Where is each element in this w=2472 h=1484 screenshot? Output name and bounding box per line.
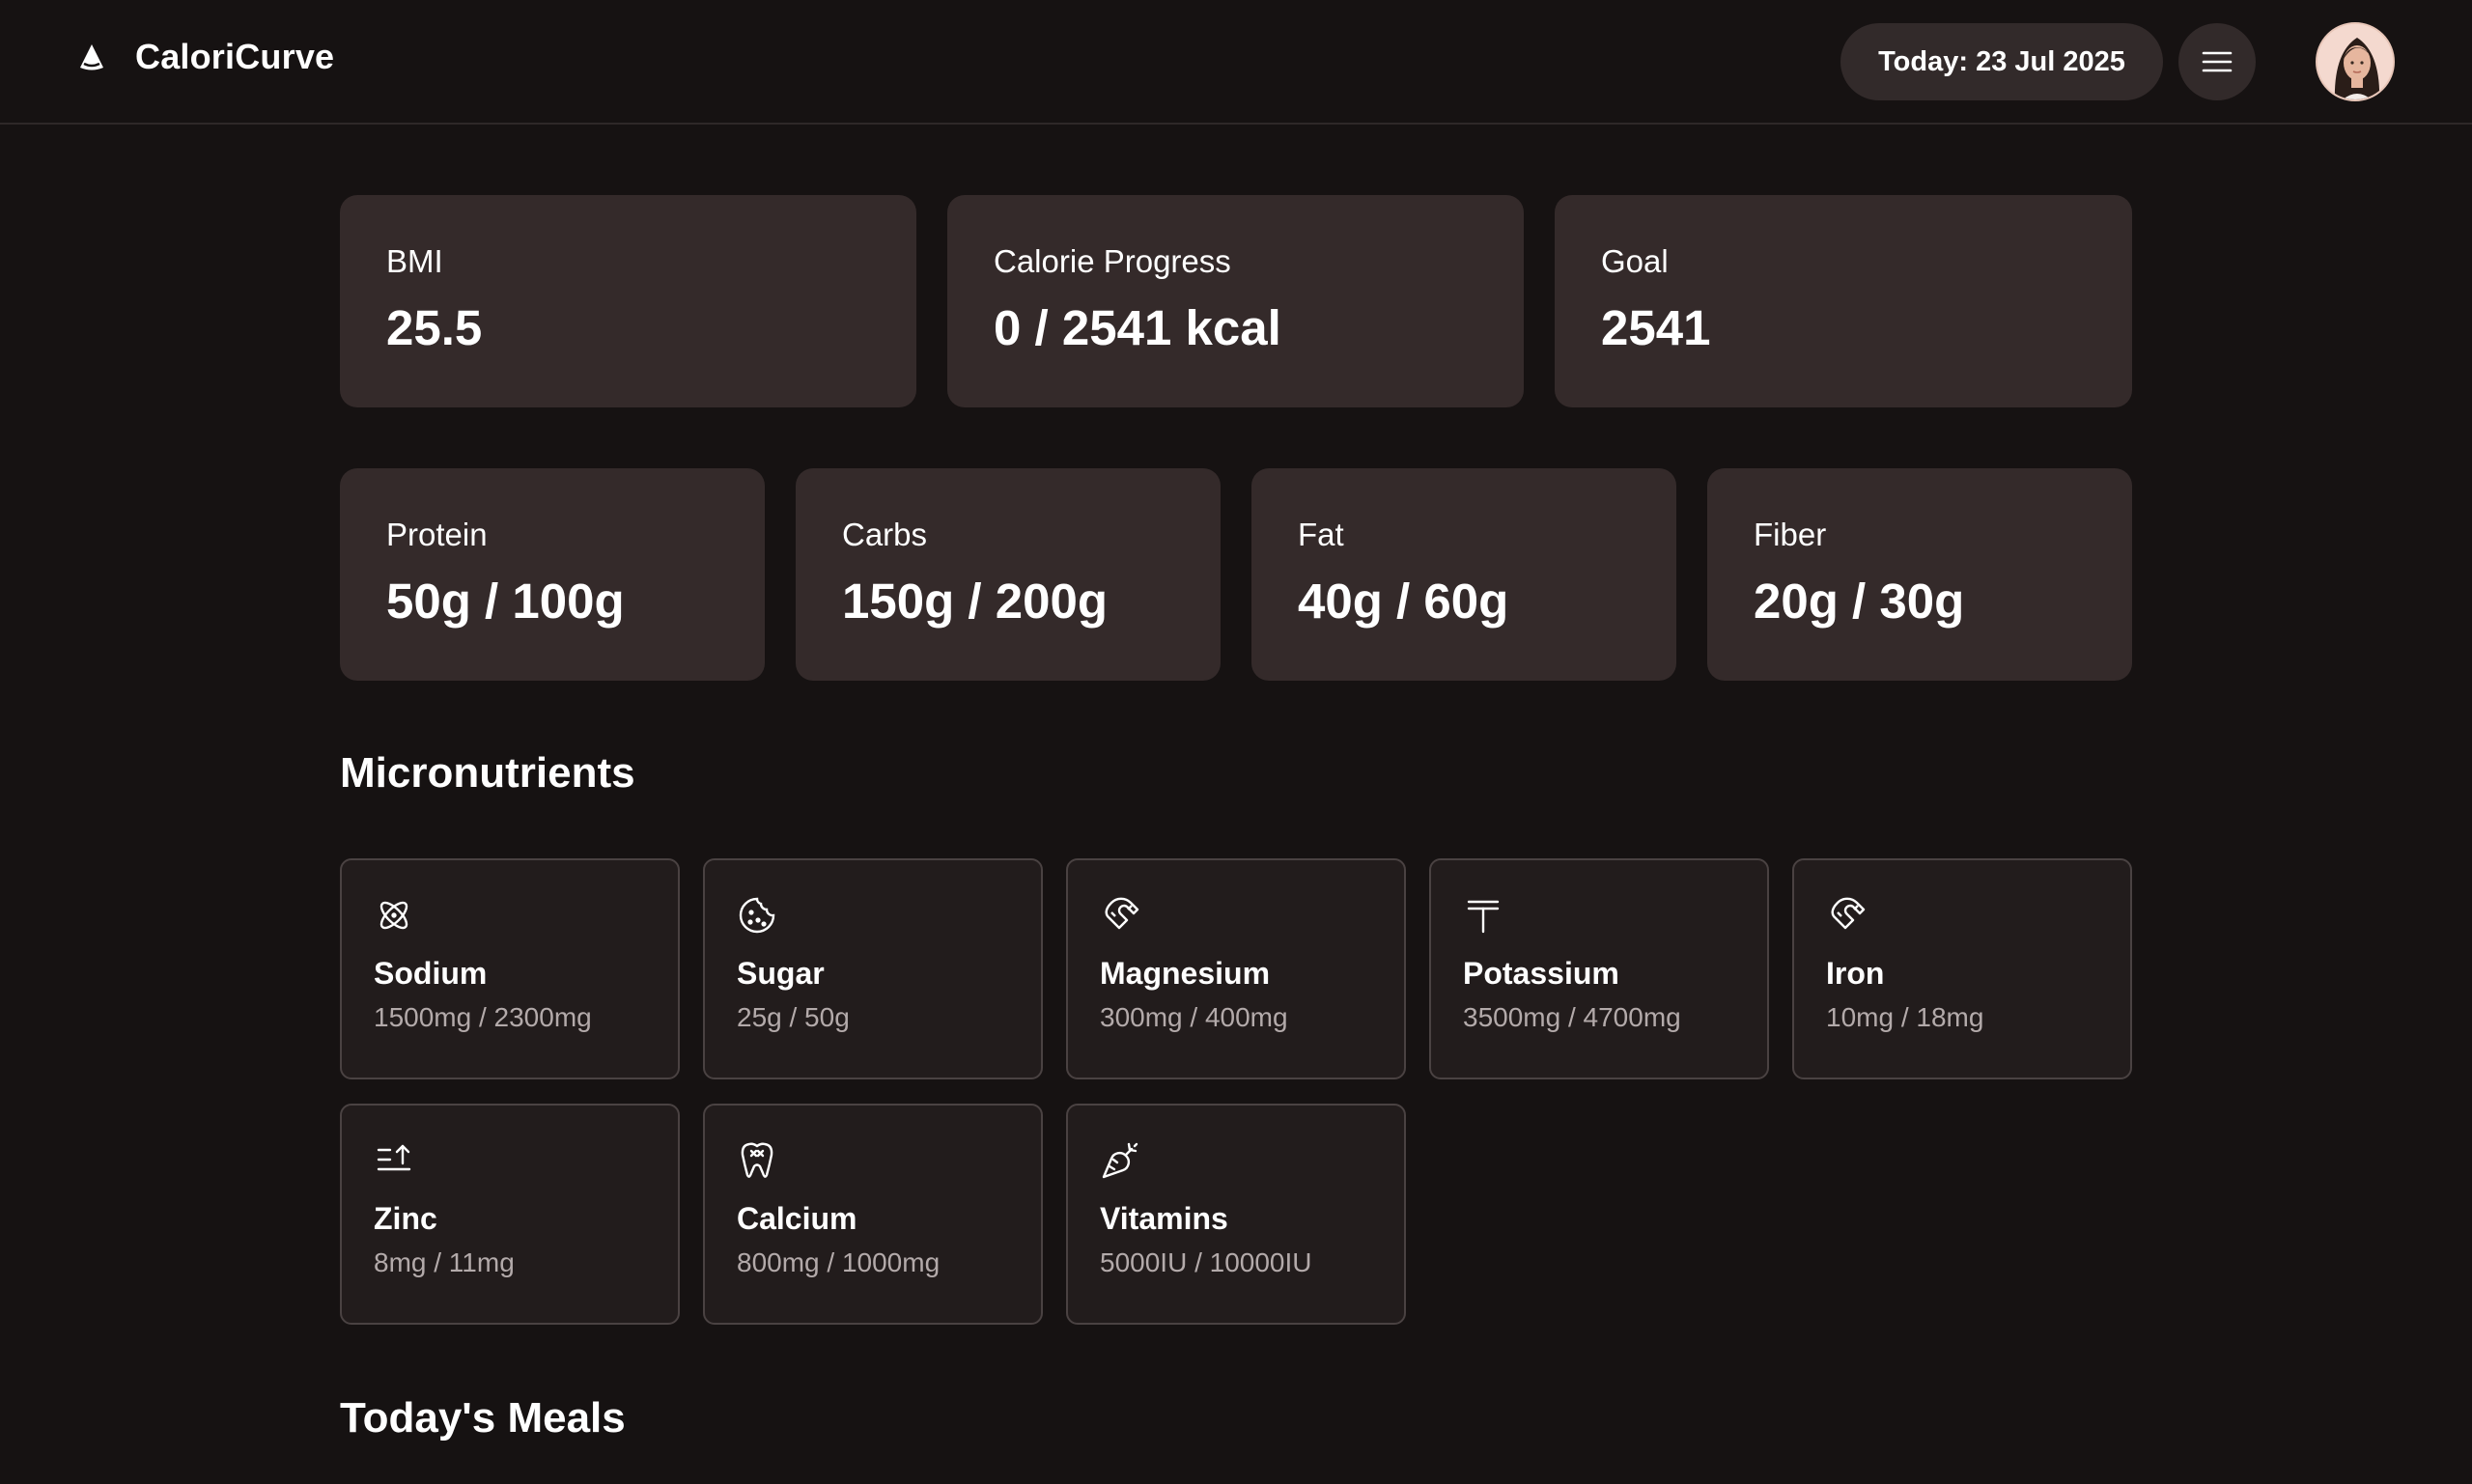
potassium-icon — [1467, 900, 1500, 934]
micronutrient-card-iron[interactable]: Iron 10mg / 18mg — [1792, 858, 2132, 1079]
stat-value: 2541 — [1601, 300, 1711, 355]
goal-card: Goal 2541 — [1555, 195, 2132, 407]
macro-label: Fat — [1298, 517, 1344, 552]
macro-label: Fiber — [1754, 517, 1827, 552]
micronutrient-value: 25g / 50g — [737, 1002, 850, 1032]
todays-meals-heading: Today's Meals — [340, 1394, 626, 1442]
micronutrient-card-vitamins[interactable]: Vitamins 5000IU / 10000IU — [1066, 1104, 1406, 1325]
micronutrient-card-sodium[interactable]: Sodium 1500mg / 2300mg — [340, 858, 680, 1079]
date-button[interactable]: Today: 23 Jul 2025 — [1840, 23, 2163, 100]
micronutrient-card-potassium[interactable]: Potassium 3500mg / 4700mg — [1429, 858, 1769, 1079]
carrot-icon — [1102, 1142, 1138, 1179]
micronutrient-name: Iron — [1826, 956, 1885, 991]
stat-label: Goal — [1601, 243, 1669, 279]
calorie-progress-card: Calorie Progress 0 / 2541 kcal — [947, 195, 1524, 407]
micronutrient-name: Potassium — [1463, 956, 1619, 991]
magnet-icon — [1831, 897, 1866, 930]
protein-card: Protein 50g / 100g — [340, 468, 765, 681]
macro-value: 150g / 200g — [842, 574, 1108, 629]
stat-label: BMI — [386, 243, 443, 279]
logo-icon — [80, 44, 103, 70]
macro-label: Protein — [386, 517, 488, 552]
macro-value: 20g / 30g — [1754, 574, 1965, 629]
top-bar: CaloriCurve Today: 23 Jul 2025 — [0, 0, 2472, 125]
stat-label: Calorie Progress — [994, 243, 1231, 279]
macro-value: 50g / 100g — [386, 574, 625, 629]
magnet-icon — [1105, 897, 1139, 930]
micronutrient-name: Sugar — [737, 956, 825, 991]
macro-value: 40g / 60g — [1298, 574, 1509, 629]
avatar[interactable] — [2316, 22, 2395, 101]
micronutrient-value: 8mg / 11mg — [374, 1247, 515, 1277]
brand[interactable]: CaloriCurve — [75, 37, 334, 77]
stat-value: 0 / 2541 kcal — [994, 300, 1281, 355]
stat-value: 25.5 — [386, 300, 483, 355]
menu-button[interactable] — [2178, 23, 2256, 100]
micronutrient-name: Magnesium — [1100, 956, 1271, 991]
tooth-icon — [741, 1142, 773, 1178]
fat-card: Fat 40g / 60g — [1251, 468, 1676, 681]
micronutrient-value: 5000IU / 10000IU — [1100, 1247, 1312, 1277]
sort-ascending-icon — [377, 1144, 411, 1171]
bmi-card: BMI 25.5 — [340, 195, 916, 407]
carbs-card: Carbs 150g / 200g — [796, 468, 1221, 681]
micronutrient-card-zinc[interactable]: Zinc 8mg / 11mg — [340, 1104, 680, 1325]
micronutrient-value: 1500mg / 2300mg — [374, 1002, 592, 1032]
micronutrient-value: 10mg / 18mg — [1826, 1002, 1984, 1032]
hamburger-icon — [2202, 51, 2233, 72]
app-name: CaloriCurve — [135, 37, 335, 76]
micronutrients-heading: Micronutrients — [340, 749, 635, 797]
micronutrient-value: 300mg / 400mg — [1100, 1002, 1288, 1032]
fiber-card: Fiber 20g / 30g — [1707, 468, 2132, 681]
macro-label: Carbs — [842, 517, 928, 552]
user-avatar-image — [2318, 24, 2393, 99]
cookie-icon — [739, 897, 775, 934]
micronutrient-value: 3500mg / 4700mg — [1463, 1002, 1681, 1032]
micronutrient-name: Calcium — [737, 1201, 857, 1236]
micronutrient-value: 800mg / 1000mg — [737, 1247, 941, 1277]
micronutrient-card-magnesium[interactable]: Magnesium 300mg / 400mg — [1066, 858, 1406, 1079]
micronutrient-card-sugar[interactable]: Sugar 25g / 50g — [703, 858, 1043, 1079]
atom-icon — [379, 901, 408, 930]
micronutrient-name: Zinc — [374, 1201, 437, 1236]
micronutrient-card-calcium[interactable]: Calcium 800mg / 1000mg — [703, 1104, 1043, 1325]
micronutrient-name: Vitamins — [1100, 1201, 1228, 1236]
micronutrient-name: Sodium — [374, 956, 488, 991]
